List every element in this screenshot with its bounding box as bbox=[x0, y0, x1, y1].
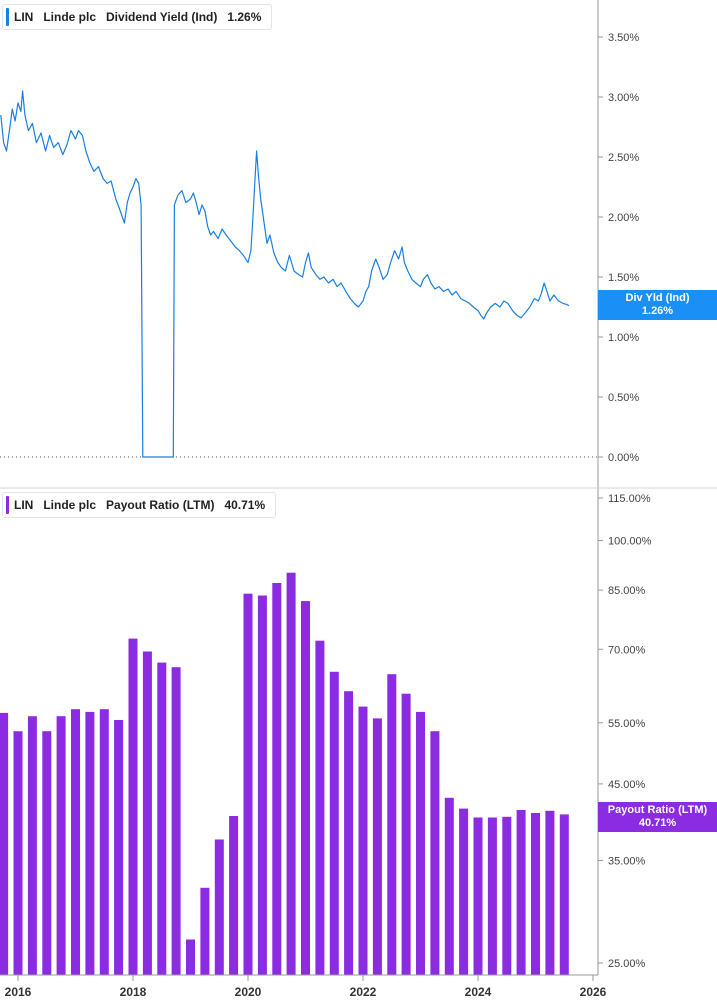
payout-bar bbox=[329, 671, 339, 975]
payout-bar bbox=[0, 712, 9, 975]
yield-legend[interactable]: LIN Linde plc Dividend Yield (Ind) 1.26% bbox=[2, 4, 273, 30]
payout-bar bbox=[487, 817, 497, 975]
payout-bar bbox=[56, 716, 66, 975]
payout-legend[interactable]: LIN Linde plc Payout Ratio (LTM) 40.71% bbox=[2, 492, 277, 518]
payout-value: 40.71% bbox=[224, 498, 266, 512]
payout-tag-label: Payout Ratio (LTM) bbox=[607, 804, 708, 816]
x-axis: 2016 2018 2020 2022 2024 2026 bbox=[0, 974, 607, 999]
yield-tag-label: Div Yld (Ind) bbox=[625, 292, 690, 304]
payout-bar bbox=[42, 731, 52, 975]
y-tick-label: 35.00% bbox=[608, 855, 646, 867]
y-tick-label: 3.50% bbox=[608, 32, 639, 44]
yield-company: Linde plc bbox=[43, 10, 97, 24]
payout-company: Linde plc bbox=[43, 498, 97, 512]
payout-ticker: LIN bbox=[14, 498, 34, 512]
payout-bar bbox=[214, 839, 224, 975]
payout-bar bbox=[200, 887, 210, 975]
payout-bar bbox=[301, 601, 310, 975]
payout-bar bbox=[186, 939, 195, 975]
payout-bar bbox=[473, 817, 483, 975]
yield-tag-value: 1.26% bbox=[641, 305, 674, 317]
payout-panel: 25.00% 35.00% 45.00% 55.00% 70.00% 85.00% 100.… bbox=[0, 493, 652, 975]
payout-bar bbox=[27, 716, 37, 975]
payout-bar bbox=[272, 583, 282, 975]
payout-bar bbox=[128, 638, 138, 975]
payout-bar bbox=[358, 706, 368, 975]
payout-bar bbox=[502, 816, 512, 975]
x-tick-label: 2018 bbox=[120, 985, 147, 999]
payout-bar bbox=[459, 808, 469, 975]
y-tick-label: 2.00% bbox=[608, 212, 639, 224]
y-tick-label: 1.00% bbox=[608, 332, 639, 344]
y-tick-label: 85.00% bbox=[608, 585, 646, 597]
y-tick-label: 100.00% bbox=[608, 536, 652, 548]
payout-bar bbox=[372, 718, 382, 975]
yield-metric: Dividend Yield (Ind) bbox=[106, 10, 218, 24]
payout-bar bbox=[99, 709, 109, 975]
y-tick-label: 1.50% bbox=[608, 272, 639, 284]
payout-bar bbox=[315, 640, 325, 975]
payout-bar bbox=[71, 709, 80, 975]
payout-bar bbox=[516, 810, 526, 975]
y-tick-label: 115.00% bbox=[608, 493, 651, 505]
payout-bar bbox=[171, 667, 181, 975]
payout-color-swatch bbox=[6, 496, 9, 514]
x-tick-label: 2024 bbox=[465, 985, 492, 999]
x-tick-label: 2026 bbox=[580, 985, 607, 999]
payout-tag-value: 40.71% bbox=[638, 817, 677, 829]
payout-bar bbox=[531, 813, 540, 975]
payout-bar bbox=[387, 674, 397, 975]
payout-bar bbox=[13, 731, 23, 975]
payout-bar bbox=[444, 797, 454, 975]
payout-bar bbox=[545, 810, 555, 975]
payout-metric: Payout Ratio (LTM) bbox=[106, 498, 215, 512]
payout-bar bbox=[85, 711, 95, 975]
payout-bar bbox=[243, 593, 253, 975]
y-tick-label: 25.00% bbox=[608, 958, 646, 970]
y-tick-label: 0.50% bbox=[608, 392, 639, 404]
yield-price-tag: Div Yld (Ind) 1.26% bbox=[598, 290, 717, 320]
payout-bar bbox=[416, 711, 425, 975]
yield-value: 1.26% bbox=[227, 10, 262, 24]
x-tick-label: 2016 bbox=[5, 985, 32, 999]
yield-color-swatch bbox=[6, 8, 9, 26]
y-tick-label: 0.00% bbox=[608, 452, 639, 464]
y-tick-label: 3.00% bbox=[608, 92, 639, 104]
payout-bar bbox=[257, 595, 267, 975]
payout-bar bbox=[286, 572, 296, 975]
payout-bar bbox=[430, 731, 440, 975]
payout-bar bbox=[559, 814, 569, 975]
payout-bar bbox=[114, 720, 124, 975]
payout-bar bbox=[344, 691, 354, 975]
y-tick-label: 70.00% bbox=[608, 644, 646, 656]
y-tick-label: 55.00% bbox=[608, 718, 646, 730]
y-tick-label: 2.50% bbox=[608, 152, 639, 164]
yield-ticker: LIN bbox=[14, 10, 34, 24]
payout-bar bbox=[142, 651, 152, 975]
yield-series-line bbox=[0, 90, 570, 458]
y-tick-label: 45.00% bbox=[608, 779, 646, 791]
x-tick-label: 2020 bbox=[235, 985, 262, 999]
payout-bar bbox=[157, 662, 167, 975]
payout-bar bbox=[229, 816, 239, 975]
payout-bar bbox=[401, 693, 411, 975]
x-tick-label: 2022 bbox=[350, 985, 377, 999]
payout-price-tag: Payout Ratio (LTM) 40.71% bbox=[598, 802, 717, 832]
